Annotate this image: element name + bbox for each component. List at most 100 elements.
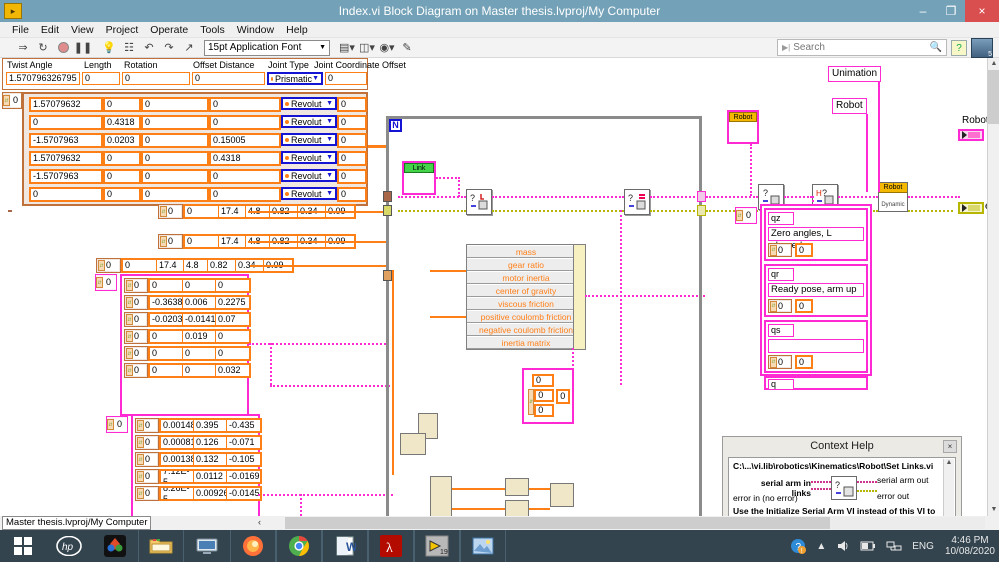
array-index-box[interactable]: ⇵ 0	[158, 234, 183, 249]
row-cells[interactable]: 0 0 0	[148, 278, 251, 293]
increment-decrement-icon[interactable]: ⇵	[137, 471, 144, 482]
row-cells[interactable]: 8.26E-5 0.00926 -0.0145	[159, 486, 262, 501]
inertia-2d-array[interactable]: ⇵ 0 0.00148 0.395 -0.435 ⇵ 0 0.00081 0.1…	[131, 414, 262, 516]
row-cells[interactable]: 0 0 0.032	[148, 363, 251, 378]
robot-name-label[interactable]: Robot	[832, 98, 867, 114]
row-index-value[interactable]: 0	[144, 471, 157, 482]
clean-up-diagram-icon[interactable]: ✎	[398, 39, 416, 57]
increment-decrement-icon[interactable]: ⇵	[126, 314, 133, 325]
row-index-box[interactable]: ⇵ 0	[124, 295, 148, 310]
cell-joint-coord-offset[interactable]: 0	[337, 115, 367, 130]
increment-decrement-icon[interactable]: ⇵	[137, 420, 144, 431]
row-index-box[interactable]: ⇵ 0	[124, 346, 148, 361]
loop-tunnel-error-out[interactable]	[697, 205, 706, 216]
cell-joint-type-combo[interactable]: Revolut ▼	[281, 151, 337, 164]
cell-twist-angle[interactable]: 0	[29, 187, 103, 202]
robot-dynamics-express-node[interactable]: Robot Dynamic	[878, 182, 908, 212]
array-index-box[interactable]: ⇵ 0	[96, 258, 121, 273]
table-row[interactable]: -1.5707963 0 0 0 Revolut ▼ 0	[29, 169, 367, 184]
increment-decrement-icon[interactable]: ⇵	[98, 260, 105, 271]
list-item[interactable]: ⇵ 0 0 0 0	[124, 346, 251, 361]
row-cells[interactable]: 0.00148 0.395 -0.435	[159, 418, 262, 433]
set-links-subvi-node[interactable]: ?	[466, 189, 492, 215]
pose-index-box[interactable]: ⇵ 0	[768, 243, 792, 257]
increment-decrement-icon[interactable]: ⇵	[126, 365, 133, 376]
array-cell[interactable]: 7.12E-5	[161, 471, 194, 482]
restore-button[interactable]: ❐	[937, 0, 965, 22]
dh-parameter-header-cluster[interactable]: Twist Angle Length Rotation Offset Dista…	[2, 58, 406, 90]
pose-description-qr[interactable]: Ready pose, arm up	[768, 283, 864, 297]
error-indicator-terminal[interactable]	[958, 202, 984, 214]
array-index-value[interactable]: 0	[167, 236, 181, 247]
minimize-button[interactable]: –	[909, 0, 937, 22]
menu-item-file[interactable]: File	[6, 22, 35, 38]
magnifier-icon[interactable]: 🔍	[930, 42, 942, 53]
array-cell[interactable]: 8.26E-5	[161, 488, 194, 499]
array-cell[interactable]: 0	[183, 348, 216, 359]
increment-decrement-icon[interactable]: ⇵	[3, 95, 10, 106]
menu-item-window[interactable]: Window	[231, 22, 280, 38]
array-cell[interactable]: 0	[150, 331, 183, 342]
cog-array-index-box[interactable]: ⇵ 0	[95, 274, 117, 291]
array-cell[interactable]: 0.07	[216, 314, 249, 325]
small-cluster-row[interactable]: 0	[534, 404, 555, 417]
cell-joint-type-combo[interactable]: Revolut ▼	[281, 187, 337, 200]
cell-rotation[interactable]: 0	[141, 151, 209, 166]
robot-class-constant[interactable]: Robot	[727, 110, 759, 144]
robot-indicator-terminal[interactable]	[958, 129, 984, 141]
cell-offset-distance[interactable]: 0.4318	[209, 151, 281, 166]
list-item[interactable]: ⇵ 0 -0.3638 0.006 0.2275	[124, 295, 251, 310]
photos-icon[interactable]	[460, 530, 506, 562]
font-selector[interactable]: 15pt Application Font ▼	[204, 39, 330, 56]
cell-joint-type-combo[interactable]: Revolut ▼	[281, 115, 337, 128]
cell-offset-distance[interactable]: 0	[209, 169, 281, 184]
row-index-value[interactable]: 0	[133, 297, 146, 308]
row-cells[interactable]: 0.00081 0.126 -0.071	[159, 435, 262, 450]
pose-cluster-item-qz[interactable]: qz Zero angles, L shaped ⇵ 0 0	[764, 208, 868, 261]
list-item[interactable]: ⇵ 0 0 0.019 0	[124, 329, 251, 344]
pose-index-value[interactable]: 0	[777, 301, 790, 311]
array-cell[interactable]: 17.4	[157, 260, 184, 271]
row-index-value[interactable]: 0	[133, 331, 146, 342]
menu-item-edit[interactable]: Edit	[35, 22, 65, 38]
row-index-value[interactable]: 0	[144, 488, 157, 499]
battery-icon[interactable]	[860, 539, 876, 553]
inertia-array-index-value[interactable]: 0	[114, 418, 127, 431]
cell-length[interactable]: 0	[103, 97, 141, 112]
cell-joint-coord-offset[interactable]: 0	[337, 97, 367, 112]
cell-joint-coord-offset[interactable]: 0	[337, 133, 367, 148]
array-cell[interactable]: 17.4	[219, 206, 246, 217]
header-value-twist-angle[interactable]: 1.570796326795	[6, 72, 80, 85]
array-cell[interactable]: 0.2275	[216, 297, 249, 308]
array-cell[interactable]: 0	[150, 365, 183, 376]
array-cell[interactable]: -0.0145	[227, 488, 260, 499]
list-item[interactable]: ⇵ 0 0 0 0	[124, 278, 251, 293]
header-value-rotation[interactable]: 0	[122, 72, 190, 85]
array-cell[interactable]: 0	[216, 348, 249, 359]
diagram-horizontal-scrollbar[interactable]	[285, 517, 985, 529]
align-objects-icon[interactable]: ▤▾	[338, 39, 356, 57]
array-cell[interactable]: 0.0112	[194, 471, 227, 482]
cell-twist-angle[interactable]: 1.57079632	[29, 97, 103, 112]
cell-twist-angle[interactable]: 1.57079632	[29, 151, 103, 166]
build-array-node-2[interactable]	[505, 500, 529, 516]
block-diagram-canvas[interactable]: Twist Angle Length Rotation Offset Dista…	[0, 58, 999, 516]
row-index-value[interactable]: 0	[133, 280, 146, 291]
retain-wire-values-icon[interactable]: ☷	[120, 39, 138, 57]
search-input[interactable]: ▶| Search 🔍	[777, 39, 947, 56]
row-cells[interactable]: -0.3638 0.006 0.2275	[148, 295, 251, 310]
increment-decrement-icon[interactable]: ⇵	[126, 348, 133, 359]
set-dynamics-subvi-node[interactable]: ?	[624, 189, 650, 215]
loop-tunnel-links[interactable]	[383, 191, 392, 202]
row-index-value[interactable]: 0	[133, 314, 146, 325]
array-cell[interactable]: 0	[216, 280, 249, 291]
table-row[interactable]: 1.57079632 0 0 0.4318 Revolut ▼ 0	[29, 151, 367, 166]
step-over-icon[interactable]: ↷	[160, 39, 178, 57]
inertia-array-index-box[interactable]: ⇵ 0	[106, 416, 128, 433]
table-row[interactable]: 0 0 0 0 Revolut ▼ 0	[29, 187, 367, 202]
array-cell[interactable]: 0.126	[194, 437, 227, 448]
pose-cluster-item-q[interactable]: q	[764, 376, 868, 390]
array-cell[interactable]: -0.3638	[150, 297, 183, 308]
help-circle-icon[interactable]: ?!	[790, 538, 807, 554]
array-cell[interactable]: 0.00148	[161, 420, 194, 431]
